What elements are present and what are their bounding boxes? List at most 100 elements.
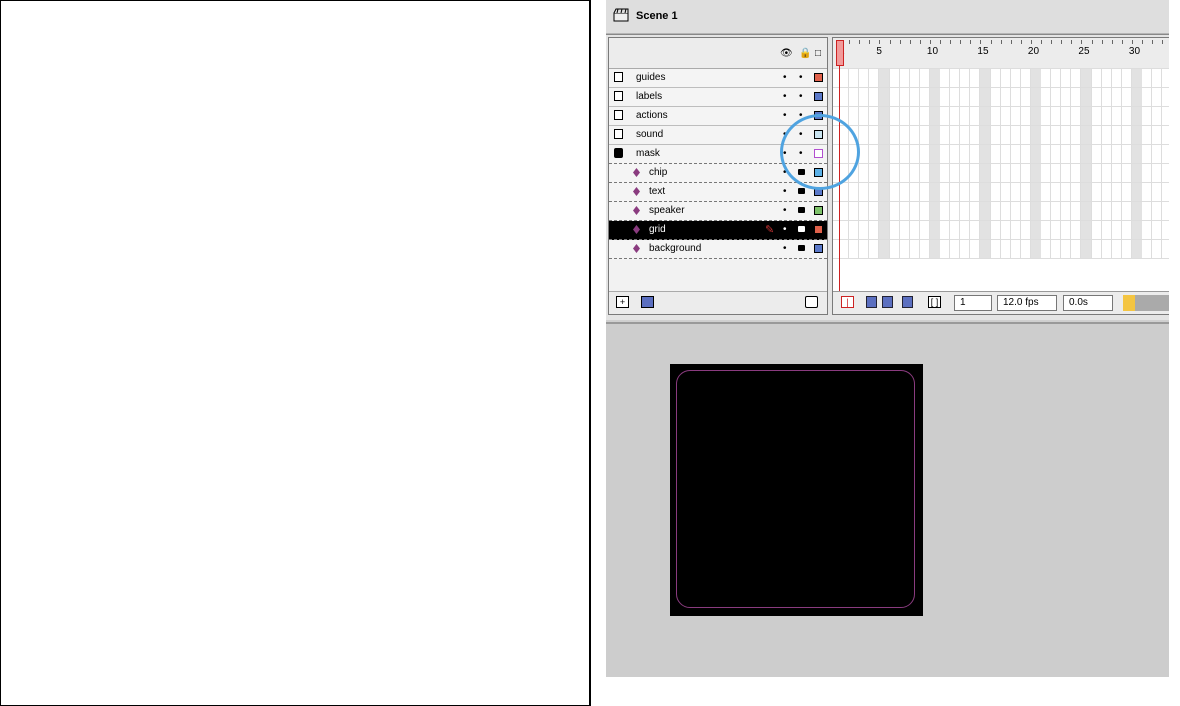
ruler-tick [869,40,871,44]
outline-color-swatch[interactable] [814,206,823,215]
rounded-rect-outline[interactable] [676,370,915,608]
scene-title[interactable]: Scene 1 [636,10,678,22]
trash-icon[interactable] [805,296,818,308]
flash-editor-window: Scene 1 👁 🔒 □ guides • • labels • • actions • • s… [606,0,1169,677]
visibility-toggle[interactable]: • [783,110,787,121]
layer-row[interactable]: grid ✎ • [609,221,827,240]
layer-row[interactable]: speaker • [609,202,827,221]
layer-name: sound [636,129,664,140]
layer-row[interactable]: text • [609,183,827,202]
ruler-tick [1111,40,1113,44]
frame-row-line [833,239,1169,240]
lock-icon[interactable]: 🔒 [799,48,811,59]
layer-name: grid [649,224,666,235]
outline-icon[interactable]: □ [815,48,821,59]
frame-ruler[interactable]: 151015202530 [833,38,1169,69]
modify-onion-markers-icon[interactable]: [ ] [928,296,941,308]
layer-row[interactable]: labels • • [609,88,827,107]
layer-list-header: 👁 🔒 □ [609,38,827,69]
layer-name: speaker [649,205,685,216]
ruler-tick [990,40,992,44]
frame-row-line [833,144,1169,145]
ruler-tick [1121,40,1123,44]
timeline-status-bar: | [ ] 1 12.0 fps 0.0s [833,291,1169,314]
ruler-tick [940,40,941,44]
frame-row-line [833,68,1169,69]
ruler-tick [1091,40,1093,44]
frame-row-line [833,258,1169,259]
ruler-tick [1020,40,1022,44]
artboard[interactable] [670,364,923,616]
timeline-scrollbar[interactable] [1123,295,1169,311]
ruler-tick [1041,40,1042,44]
ruler-tick [950,40,952,44]
visibility-toggle[interactable]: • [783,186,787,197]
outline-color-swatch[interactable] [814,225,823,234]
masked-layer-icon [633,206,640,215]
layer-name: chip [649,167,668,178]
outline-color-swatch[interactable] [814,73,823,82]
highlight-circle [780,114,860,190]
ruler-tick [849,40,851,44]
lock-icon[interactable] [798,188,805,194]
lock-icon[interactable] [798,207,805,213]
masked-layer-icon [633,187,640,196]
ruler-tick [899,40,901,44]
masked-layer-icon [633,225,640,234]
ruler-tick [1061,40,1063,44]
pencil-icon: ✎ [765,224,775,236]
ruler-tick [1030,40,1032,44]
layer-name: actions [636,110,668,121]
center-frame-icon[interactable]: | [841,296,854,308]
ruler-number: 15 [977,46,989,57]
layer-name: labels [636,91,663,102]
visibility-toggle[interactable]: • [783,224,787,235]
outline-color-swatch[interactable] [814,92,823,101]
mask-layer-icon [614,148,623,158]
frame-rate-field: 12.0 fps [997,295,1057,311]
frame-row-line [833,106,1169,107]
layer-name: guides [636,72,666,83]
visibility-toggle[interactable]: • [783,91,787,102]
playhead-handle[interactable] [836,40,844,66]
frame-grid[interactable]: 151015202530 | [ ] 1 12.0 fps 0.0s [832,37,1169,315]
eye-icon[interactable]: 👁 [780,48,793,59]
ruler-tick [919,40,921,44]
stage[interactable] [606,322,1169,677]
lock-toggle[interactable]: • [799,72,803,83]
ruler-tick [879,40,881,44]
ruler-tick [960,40,962,44]
lock-icon[interactable] [798,245,805,251]
onion-skin-outlines-icon[interactable] [882,296,893,308]
lock-toggle[interactable]: • [799,91,803,102]
layer-icon [614,72,623,82]
layer-row[interactable]: guides • • [609,69,827,88]
ruler-tick [1131,40,1133,44]
ruler-number: 25 [1078,46,1090,57]
layer-name: background [649,243,702,254]
lock-icon[interactable] [798,226,805,232]
elapsed-time-field: 0.0s [1063,295,1113,311]
onion-skin-icon[interactable] [866,296,877,308]
layer-name: text [649,186,666,197]
visibility-toggle[interactable]: • [783,243,787,254]
add-layer-icon[interactable]: + [616,296,629,308]
ruler-number: 5 [876,46,882,57]
clapperboard-icon [613,8,629,22]
add-guide-layer-icon[interactable] [641,296,654,308]
left-blank-panel [0,0,591,706]
scrollbar-thumb[interactable] [1123,295,1135,311]
outline-color-swatch[interactable] [814,244,823,253]
frame-row-line [833,163,1169,164]
ruler-tick [1000,40,1002,44]
visibility-toggle[interactable]: • [783,205,787,216]
visibility-toggle[interactable]: • [783,72,787,83]
layer-icon [614,91,623,101]
edit-multiple-frames-icon[interactable] [902,296,913,308]
layer-row[interactable]: background • [609,240,827,259]
ruler-tick [859,40,861,44]
masked-layer-icon [633,244,640,253]
frame-row-line [833,125,1169,126]
ruler-tick [1152,40,1154,44]
layer-icon [614,129,623,139]
